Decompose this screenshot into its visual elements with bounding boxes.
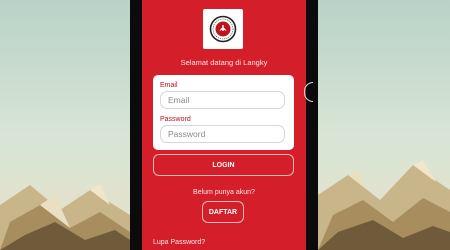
side-drawer-handle[interactable]	[304, 82, 313, 102]
phone-bezel-left	[130, 0, 142, 250]
signup-button[interactable]: DAFTAR	[202, 201, 244, 223]
login-card: Email Email Password Password	[153, 75, 294, 150]
signup-question: Belum punya akun?	[193, 189, 255, 196]
wallpaper-right	[318, 0, 450, 250]
password-label: Password	[160, 116, 191, 123]
password-field[interactable]: Password	[160, 125, 285, 143]
welcome-text: Selamat datang di Langky	[180, 58, 268, 67]
login-screen: Selamat datang di Langky Email Email Pas…	[142, 0, 306, 250]
wallpaper-left	[0, 0, 130, 250]
mountain-wallpaper-right	[318, 160, 450, 250]
mountain-wallpaper-left	[0, 184, 130, 250]
email-label: Email	[160, 82, 178, 89]
app-logo	[203, 9, 243, 49]
email-field[interactable]: Email	[160, 91, 285, 109]
forgot-password-link[interactable]: Lupa Password?	[153, 239, 205, 246]
phone-bezel-right	[306, 0, 318, 250]
langky-logo-icon	[209, 15, 237, 43]
login-button[interactable]: LOGIN	[153, 154, 294, 176]
